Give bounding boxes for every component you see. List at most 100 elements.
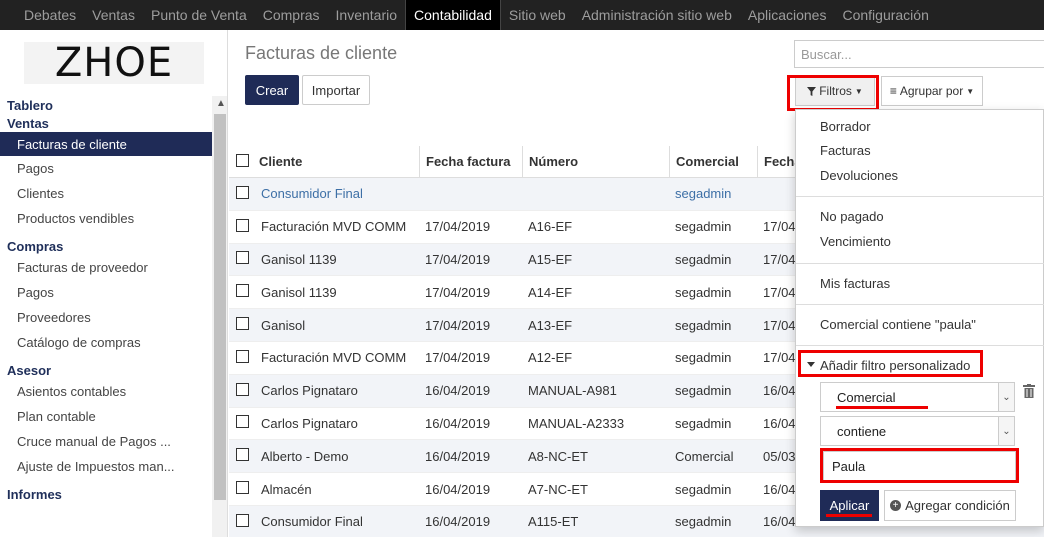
column-header[interactable]: Número: [522, 146, 669, 177]
sidebar-section[interactable]: Ventas: [0, 114, 212, 132]
row-checkbox-cell: [229, 284, 255, 300]
filter-option[interactable]: No pagado: [820, 209, 884, 224]
table-cell: Ganisol: [261, 317, 306, 333]
list-icon: ≡: [889, 84, 897, 98]
dropdown-divider: [796, 196, 1044, 197]
add-condition-label: Agregar condición: [905, 498, 1010, 513]
sidebar-item[interactable]: Cruce manual de Pagos ...: [0, 429, 212, 454]
row-checkbox-cell: [229, 513, 255, 530]
table-cell: A14-EF: [528, 284, 573, 300]
row-checkbox-cell: [229, 382, 255, 399]
row-checkbox[interactable]: [236, 448, 249, 462]
sidebar-item[interactable]: Pagos: [0, 156, 212, 181]
trash-icon[interactable]: [1023, 384, 1035, 398]
table-cell: segadmin: [675, 481, 732, 497]
sidebar-item[interactable]: Asientos contables: [0, 379, 212, 404]
column-header[interactable]: Fecha factura: [419, 146, 522, 177]
row-checkbox[interactable]: [236, 185, 249, 199]
sidebar-item[interactable]: Productos vendibles: [0, 206, 212, 231]
sidebar-section[interactable]: Compras: [0, 237, 212, 255]
sidebar-item[interactable]: Clientes: [0, 181, 212, 206]
annotation-underline: [836, 406, 928, 409]
nav-item-inventario[interactable]: Inventario: [328, 0, 405, 30]
add-condition-button[interactable]: + Agregar condición: [884, 490, 1016, 521]
operator-select-value: contiene: [837, 424, 887, 439]
chevron-down-icon[interactable]: ⌄: [998, 417, 1014, 445]
row-checkbox[interactable]: [236, 317, 249, 331]
table-cell: A12-EF: [528, 350, 573, 366]
row-checkbox[interactable]: [236, 284, 249, 298]
row-checkbox[interactable]: [236, 481, 249, 495]
row-checkbox[interactable]: [236, 415, 249, 429]
filter-option[interactable]: Borrador: [820, 119, 871, 134]
import-button[interactable]: Importar: [302, 75, 370, 105]
scrollbar-thumb[interactable]: [214, 114, 226, 500]
nav-item-punto-de-venta[interactable]: Punto de Venta: [143, 0, 255, 30]
value-input-highlight: [820, 448, 1019, 483]
table-cell: 17/04/2019: [425, 284, 491, 300]
table-cell: 16/04/2019: [425, 415, 491, 431]
table-cell: segadmin: [675, 514, 732, 530]
table-cell: Ganisol 1139: [261, 251, 337, 267]
table-cell: 17/04/2019: [425, 251, 491, 267]
table-cell: segadmin: [675, 350, 732, 366]
sidebar-scrollbar[interactable]: ▲: [212, 96, 227, 537]
sidebar-item[interactable]: Pagos: [0, 280, 212, 305]
scroll-up-icon[interactable]: ▲: [216, 98, 226, 109]
operator-select[interactable]: contiene ⌄: [820, 416, 1015, 446]
groupby-button[interactable]: ≡ Agrupar por ▼: [881, 76, 983, 106]
nav-item-compras[interactable]: Compras: [255, 0, 328, 30]
row-checkbox[interactable]: [236, 349, 249, 363]
add-custom-filter-toggle[interactable]: Añadir filtro personalizado: [820, 358, 970, 373]
chevron-down-icon[interactable]: ⌄: [998, 383, 1014, 411]
nav-item-debates[interactable]: Debates: [16, 0, 84, 30]
table-cell: A8-NC-ET: [528, 448, 588, 464]
create-button[interactable]: Crear: [245, 75, 299, 105]
filter-option[interactable]: Comercial contiene "paula": [820, 317, 976, 332]
table-cell: 16/04/2019: [425, 383, 491, 399]
column-header[interactable]: Cliente: [255, 154, 419, 169]
sidebar-section[interactable]: Tablero: [0, 96, 212, 114]
sidebar-section[interactable]: Asesor: [0, 361, 212, 379]
table-cell: segadmin: [675, 284, 732, 300]
nav-item-sitio-web[interactable]: Sitio web: [501, 0, 574, 30]
search-input[interactable]: [794, 40, 1044, 68]
sidebar-item[interactable]: Facturas de cliente: [0, 132, 212, 156]
sidebar-item[interactable]: Ajuste de Impuestos man...: [0, 454, 212, 479]
filter-option[interactable]: Mis facturas: [820, 276, 890, 291]
nav-item-configuraci-n[interactable]: Configuración: [834, 0, 936, 30]
column-header[interactable]: Comercial: [669, 146, 757, 177]
table-cell: Alberto - Demo: [261, 448, 349, 464]
select-all-checkbox-cell: [229, 153, 255, 170]
sidebar-item[interactable]: Facturas de proveedor: [0, 255, 212, 280]
nav-item-administraci-n-sitio-web[interactable]: Administración sitio web: [574, 0, 740, 30]
row-checkbox[interactable]: [236, 218, 249, 232]
table-cell: Facturación MVD COMM: [261, 219, 407, 235]
filter-option[interactable]: Facturas: [820, 143, 871, 158]
sidebar-section[interactable]: Informes: [0, 485, 212, 503]
table-cell: 17/04/2019: [425, 219, 491, 235]
select-all-checkbox[interactable]: [236, 153, 249, 167]
field-select-value: Comercial: [837, 390, 896, 405]
nav-item-ventas[interactable]: Ventas: [84, 0, 143, 30]
table-cell: A16-EF: [528, 219, 573, 235]
sidebar-item[interactable]: Catálogo de compras: [0, 330, 212, 355]
sidebar-item[interactable]: Proveedores: [0, 305, 212, 330]
row-checkbox[interactable]: [236, 251, 249, 265]
nav-item-aplicaciones[interactable]: Aplicaciones: [740, 0, 835, 30]
table-cell: segadmin: [675, 317, 732, 333]
dropdown-divider: [796, 304, 1044, 305]
sidebar-item[interactable]: Plan contable: [0, 404, 212, 429]
row-checkbox[interactable]: [236, 513, 249, 527]
table-cell: 17/04/2019: [425, 317, 491, 333]
sidebar: ZHOE Tablero Ventas Facturas de cliente Pag…: [0, 30, 228, 537]
filter-option[interactable]: Devoluciones: [820, 168, 898, 183]
table-cell: Consumidor Final: [261, 186, 363, 202]
top-navbar: Debates Ventas Punto de Venta Compras Invent…: [0, 0, 1044, 30]
table-cell: Comercial: [675, 448, 734, 464]
row-checkbox[interactable]: [236, 382, 249, 396]
nav-item-contabilidad[interactable]: Contabilidad: [405, 0, 501, 30]
filter-option[interactable]: Vencimiento: [820, 234, 891, 249]
table-cell: MANUAL-A2333: [528, 415, 625, 431]
logo-text: ZHOE: [54, 40, 174, 86]
